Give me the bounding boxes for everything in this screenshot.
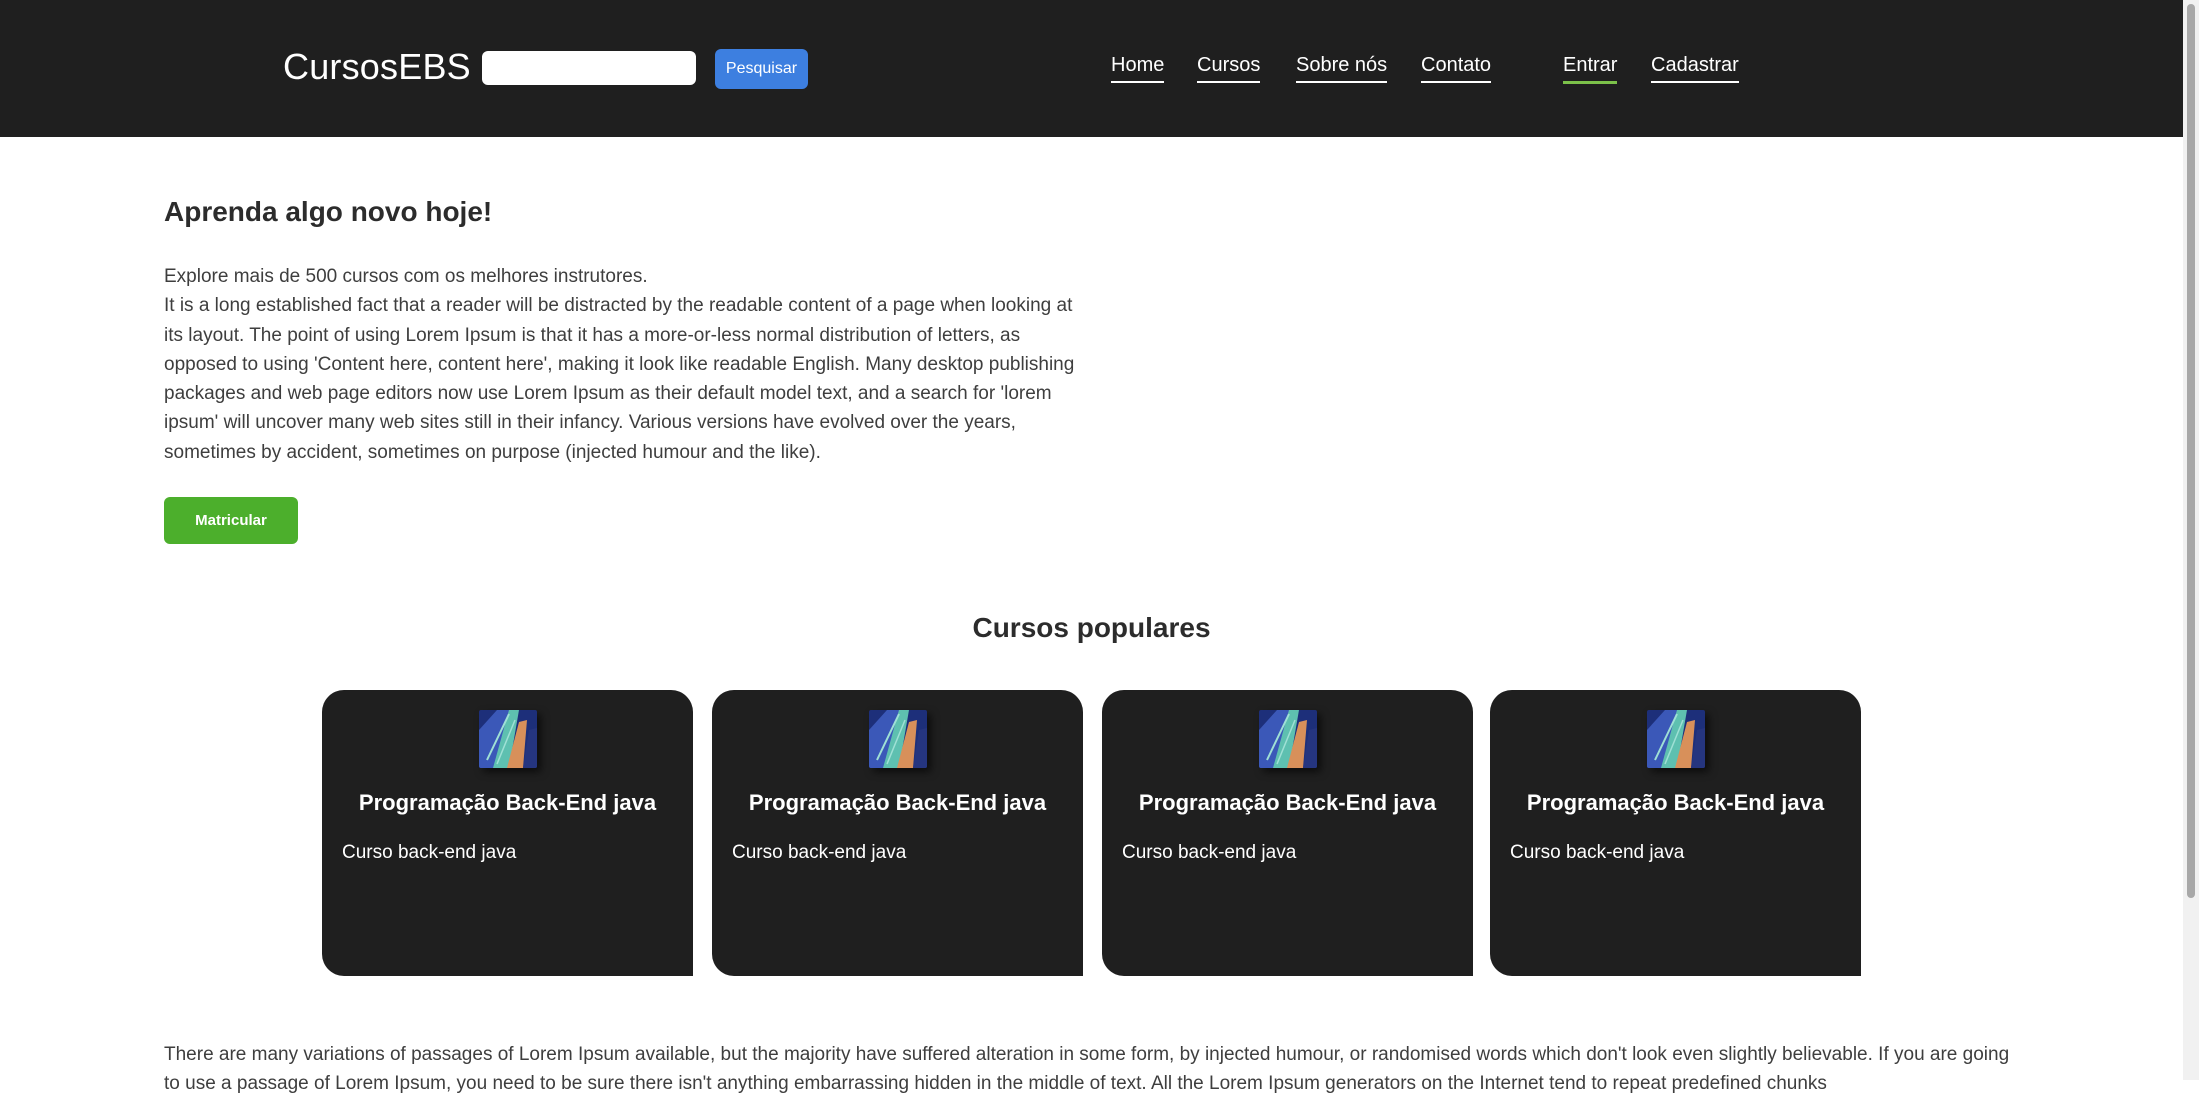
site-logo[interactable]: CursosEBS [283, 46, 471, 88]
nav-cursos[interactable]: Cursos [1197, 54, 1261, 83]
building-thumbnail-icon [479, 710, 537, 768]
course-card[interactable]: Programação Back-End java Curso back-end… [1102, 690, 1473, 976]
hero-lead: Explore mais de 500 cursos com os melhor… [164, 266, 648, 287]
nav-entrar[interactable]: Entrar [1563, 54, 1618, 84]
course-card-title: Programação Back-End java [1526, 790, 1825, 815]
course-card-title: Programação Back-End java [1138, 790, 1437, 815]
nav-contato[interactable]: Contato [1421, 54, 1492, 83]
course-card-description: Curso back-end java [732, 842, 907, 863]
course-card-title: Programação Back-End java [358, 790, 657, 815]
hero-text: Explore mais de 500 cursos com os melhor… [164, 262, 1094, 467]
hero-body: It is a long established fact that a rea… [164, 295, 1075, 463]
nav-sobre-nos[interactable]: Sobre nós [1296, 54, 1388, 83]
hero-title: Aprenda algo novo hoje! [164, 196, 493, 227]
course-card-description: Curso back-end java [1122, 842, 1297, 863]
course-card-description: Curso back-end java [1510, 842, 1685, 863]
building-thumbnail-icon [1259, 710, 1317, 768]
site-header: CursosEBS Pesquisar Home Cursos Sobre nó… [0, 0, 2183, 137]
course-card-title: Programação Back-End java [748, 790, 1047, 815]
search-button[interactable]: Pesquisar [715, 49, 808, 89]
course-card[interactable]: Programação Back-End java Curso back-end… [1490, 690, 1861, 976]
nav-cadastrar[interactable]: Cadastrar [1651, 54, 1739, 83]
vertical-scrollbar[interactable] [2183, 0, 2199, 1080]
course-card-description: Curso back-end java [342, 842, 517, 863]
popular-courses-title: Cursos populares [972, 612, 1211, 643]
footer-text: There are many variations of passages of… [164, 1044, 2010, 1094]
scrollbar-thumb[interactable] [2187, 4, 2195, 898]
building-thumbnail-icon [1647, 710, 1705, 768]
search-input[interactable] [482, 51, 696, 85]
course-card[interactable]: Programação Back-End java Curso back-end… [322, 690, 693, 976]
course-card[interactable]: Programação Back-End java Curso back-end… [712, 690, 1083, 976]
enroll-button[interactable]: Matricular [164, 497, 298, 544]
nav-home[interactable]: Home [1111, 54, 1165, 83]
building-thumbnail-icon [869, 710, 927, 768]
